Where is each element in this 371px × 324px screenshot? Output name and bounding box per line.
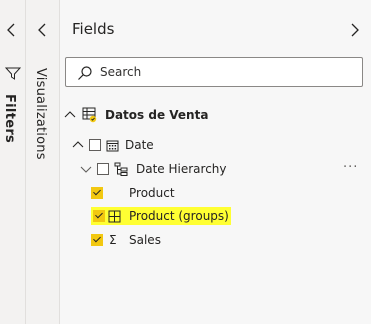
field-row-product[interactable]: Product [91,182,175,204]
search-box[interactable] [65,57,363,87]
more-options-button[interactable]: ··· [343,160,358,175]
visualizations-label[interactable]: Visualizations [33,68,48,160]
chevron-up-icon[interactable] [64,109,76,121]
field-label-sales: Sales [129,233,161,247]
table-row-datos-de-venta[interactable]: Datos de Venta [64,104,208,126]
funnel-icon [5,67,21,80]
group-icon [108,210,121,222]
field-row-date-hierarchy[interactable]: Date Hierarchy [80,158,227,180]
fields-pane: Fields Datos de Venta [60,0,371,324]
field-label-product: Product [129,186,175,200]
highlighted-row: Product (groups) [91,207,231,225]
fields-title: Fields [72,20,115,38]
field-row-date[interactable]: Date [72,134,154,156]
chevron-right-icon[interactable] [345,19,363,41]
date-hierarchy-checkbox[interactable] [97,163,109,175]
sales-checkbox[interactable] [91,234,103,246]
visualizations-pane: Visualizations [26,0,60,324]
chevron-left-icon[interactable] [34,19,52,41]
field-row-sales[interactable]: Σ Sales [91,229,161,251]
calendar-icon [106,140,119,151]
field-label-date: Date [125,138,154,152]
product-checkbox[interactable] [91,187,103,199]
field-label-date-hierarchy: Date Hierarchy [136,162,227,176]
chevron-up-icon[interactable] [72,139,84,151]
search-icon [78,66,92,80]
filters-label[interactable]: Filters [2,94,17,143]
chevron-left-icon[interactable] [3,19,21,41]
field-row-product-groups[interactable]: Product (groups) [91,205,231,227]
table-icon [82,107,97,123]
filters-pane: Filters [0,0,26,324]
table-name: Datos de Venta [105,108,209,122]
sigma-icon: Σ [109,233,117,247]
date-checkbox[interactable] [89,139,101,151]
product-groups-checkbox[interactable] [93,210,105,222]
chevron-down-icon[interactable] [80,163,92,175]
hierarchy-icon [114,162,128,176]
search-input[interactable] [100,62,355,82]
field-label-product-groups: Product (groups) [129,209,229,223]
